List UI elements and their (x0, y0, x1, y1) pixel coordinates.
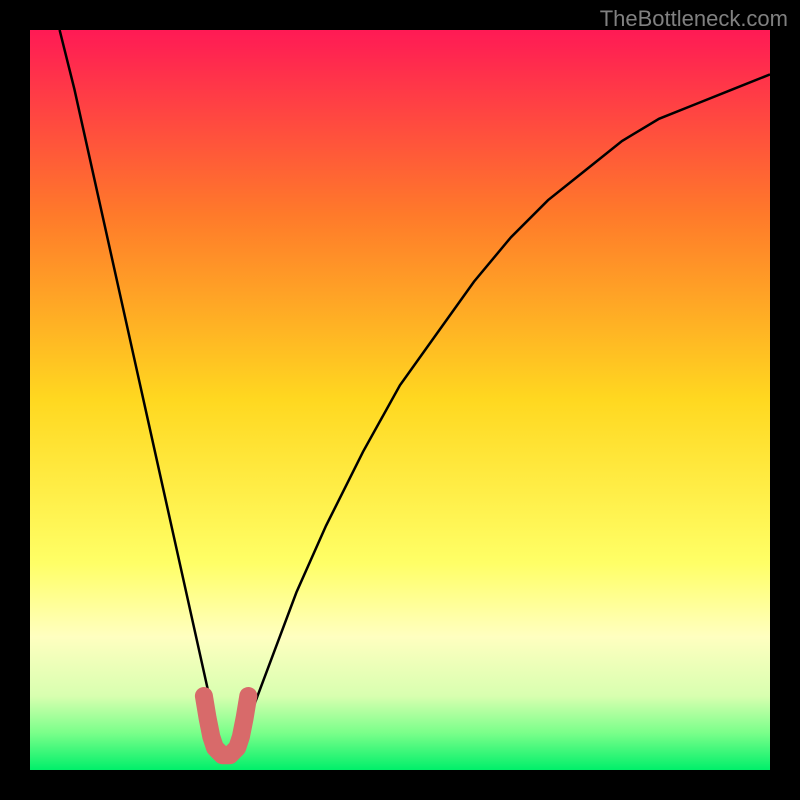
chart-background (30, 30, 770, 770)
bottleneck-chart (30, 30, 770, 770)
watermark-text: TheBottleneck.com (600, 6, 788, 32)
chart-frame (30, 30, 770, 770)
